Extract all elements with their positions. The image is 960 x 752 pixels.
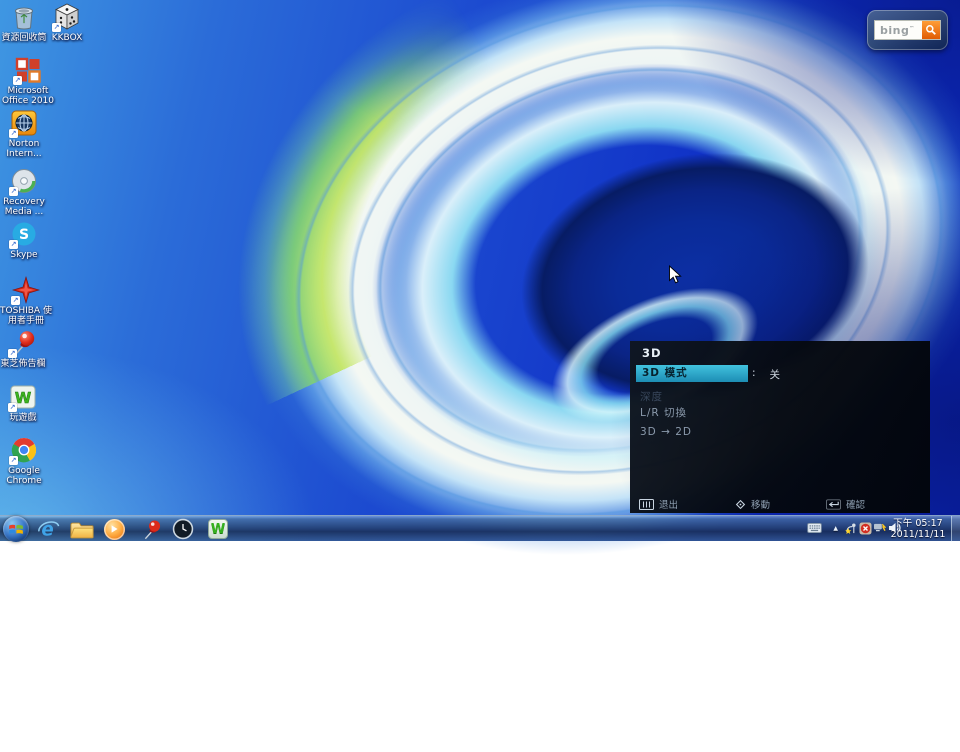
osd-hint-move: 移動 <box>735 497 770 511</box>
osd-item-depth[interactable]: 深度 <box>640 389 663 404</box>
antenna-warning-icon <box>845 522 858 534</box>
skype-s-glyph: S <box>19 227 29 243</box>
shortcut-arrow-icon: ↗ <box>52 23 61 32</box>
mouse-cursor <box>668 265 682 285</box>
taskbar-reeltime[interactable] <box>171 518 195 540</box>
taskbar-media-player[interactable] <box>102 518 126 540</box>
pushpin-icon: ↗ <box>8 328 38 358</box>
taskbar: e W <box>0 515 960 541</box>
start-button[interactable] <box>3 516 29 542</box>
osd-value-text: 关 <box>770 367 782 382</box>
navigate-icon <box>735 499 746 510</box>
action-center-alert-icon <box>859 522 872 535</box>
clock-time: 下午 05:17 <box>890 518 946 529</box>
osd-hint-confirm: 確認 <box>826 497 865 511</box>
bing-search-gadget[interactable]: bing™ <box>867 10 948 50</box>
pushpin-icon <box>140 518 163 541</box>
tray-show-hidden-icons[interactable]: ▲ <box>833 525 838 532</box>
keyboard-icon <box>807 523 822 533</box>
recycle-bin-icon <box>9 2 39 32</box>
icon-label: Norton Intern... <box>6 139 41 159</box>
windows-flag-icon <box>8 523 24 535</box>
clock-app-icon <box>172 518 194 540</box>
chevron-up-icon: ▲ <box>833 525 838 532</box>
enter-icon <box>826 499 841 510</box>
desktop-icon-google-chrome[interactable]: ↗ Google Chrome <box>0 435 53 486</box>
keypad-icon <box>639 499 654 510</box>
osd-title: 3D <box>642 346 662 360</box>
osd-item-3d-mode[interactable]: 3D 模式 <box>636 365 748 382</box>
shortcut-arrow-icon: ↗ <box>8 403 17 412</box>
tray-wireless-status[interactable] <box>845 522 858 534</box>
desktop-icon-bulletin-board[interactable]: ↗ 東芝佈告欄 <box>0 328 52 369</box>
shortcut-arrow-icon: ↗ <box>9 240 18 249</box>
shortcut-arrow-icon: ↗ <box>9 187 18 196</box>
media-player-icon <box>104 519 125 540</box>
desktop-icon-skype[interactable]: S ↗ Skype <box>0 219 53 260</box>
icon-label: Recovery Media ... <box>3 197 45 217</box>
clock-date: 2011/11/11 <box>890 529 946 540</box>
tray-network-status[interactable] <box>873 522 886 533</box>
office-icon: ↗ <box>13 55 43 85</box>
osd-hint-label: 移動 <box>751 497 770 511</box>
wildtangent-w-glyph: W <box>15 389 32 407</box>
kkbox-icon: ↗ <box>52 2 82 32</box>
norton-globe-icon: ↗ <box>9 108 39 138</box>
chrome-icon: ↗ <box>9 435 39 465</box>
icon-label: TOSHIBA 使 用者手冊 <box>0 306 52 326</box>
desktop-icon-toshiba-manual[interactable]: ↗ TOSHIBA 使 用者手冊 <box>0 275 55 326</box>
shortcut-arrow-icon: ↗ <box>9 456 18 465</box>
desktop-icon-microsoft-office[interactable]: ↗ Microsoft Office 2010 <box>0 55 57 106</box>
osd-hint-label: 退出 <box>659 497 678 511</box>
desktop-icon-play-games[interactable]: W ↗ 玩遊戲 <box>0 382 52 423</box>
osd-footer: 退出 移動 確認 <box>630 497 930 511</box>
folder-icon <box>70 519 94 540</box>
osd-3d-menu: 3D 3D 模式 : 关 深度 L/R 切換 3D → 2D 退出 <box>630 341 930 513</box>
tray-language-keyboard[interactable] <box>807 523 822 533</box>
icon-label: KKBOX <box>52 33 83 43</box>
osd-item-3d-to-2d[interactable]: 3D → 2D <box>640 426 692 438</box>
bing-search-input[interactable]: bing™ <box>874 20 941 40</box>
desktop-icon-kkbox[interactable]: ↗ KKBOX <box>38 2 96 43</box>
compass-star-icon: ↗ <box>11 275 41 305</box>
icon-label: 東芝佈告欄 <box>0 359 45 369</box>
desktop-icon-recovery-media[interactable]: ↗ Recovery Media ... <box>0 166 53 217</box>
desktop-wallpaper: 資源回收筒 ↗ KKBOX ↗ Microsoft Of <box>0 0 960 541</box>
taskbar-windows-explorer[interactable] <box>70 518 94 540</box>
search-icon <box>925 24 937 36</box>
tray-action-center[interactable] <box>859 522 872 535</box>
skype-icon: S ↗ <box>9 219 39 249</box>
disc-icon: ↗ <box>9 166 39 196</box>
wildtangent-icon: W <box>208 519 228 539</box>
icon-label: Skype <box>10 250 37 260</box>
tray-clock[interactable]: 下午 05:17 2011/11/11 <box>890 518 946 540</box>
shortcut-arrow-icon: ↗ <box>8 349 17 358</box>
wildtangent-icon: W ↗ <box>8 382 38 412</box>
osd-hint-exit: 退出 <box>639 497 678 511</box>
osd-hint-label: 確認 <box>846 497 865 511</box>
shortcut-arrow-icon: ↗ <box>11 296 20 305</box>
wildtangent-w-glyph: W <box>211 522 225 537</box>
icon-label: 玩遊戲 <box>9 413 36 423</box>
internet-explorer-icon: e <box>37 518 60 541</box>
icon-label: Microsoft Office 2010 <box>2 86 54 106</box>
shortcut-arrow-icon: ↗ <box>9 129 18 138</box>
taskbar-internet-explorer[interactable]: e <box>36 518 60 540</box>
osd-item-lr-swap[interactable]: L/R 切換 <box>640 405 687 420</box>
shortcut-arrow-icon: ↗ <box>13 76 22 85</box>
taskbar-bulletin-board[interactable] <box>139 518 163 540</box>
icon-label: Google Chrome <box>6 466 41 486</box>
osd-value-separator: : <box>752 367 757 382</box>
show-desktop-button[interactable] <box>951 516 960 542</box>
bing-search-button[interactable] <box>922 21 940 39</box>
bing-logo: bing™ <box>875 24 922 37</box>
desktop-icon-norton[interactable]: ↗ Norton Intern... <box>0 108 53 159</box>
network-warning-icon <box>873 522 886 533</box>
osd-3d-mode-value: : 关 <box>752 367 781 382</box>
taskbar-wildtangent-games[interactable]: W <box>206 518 230 540</box>
